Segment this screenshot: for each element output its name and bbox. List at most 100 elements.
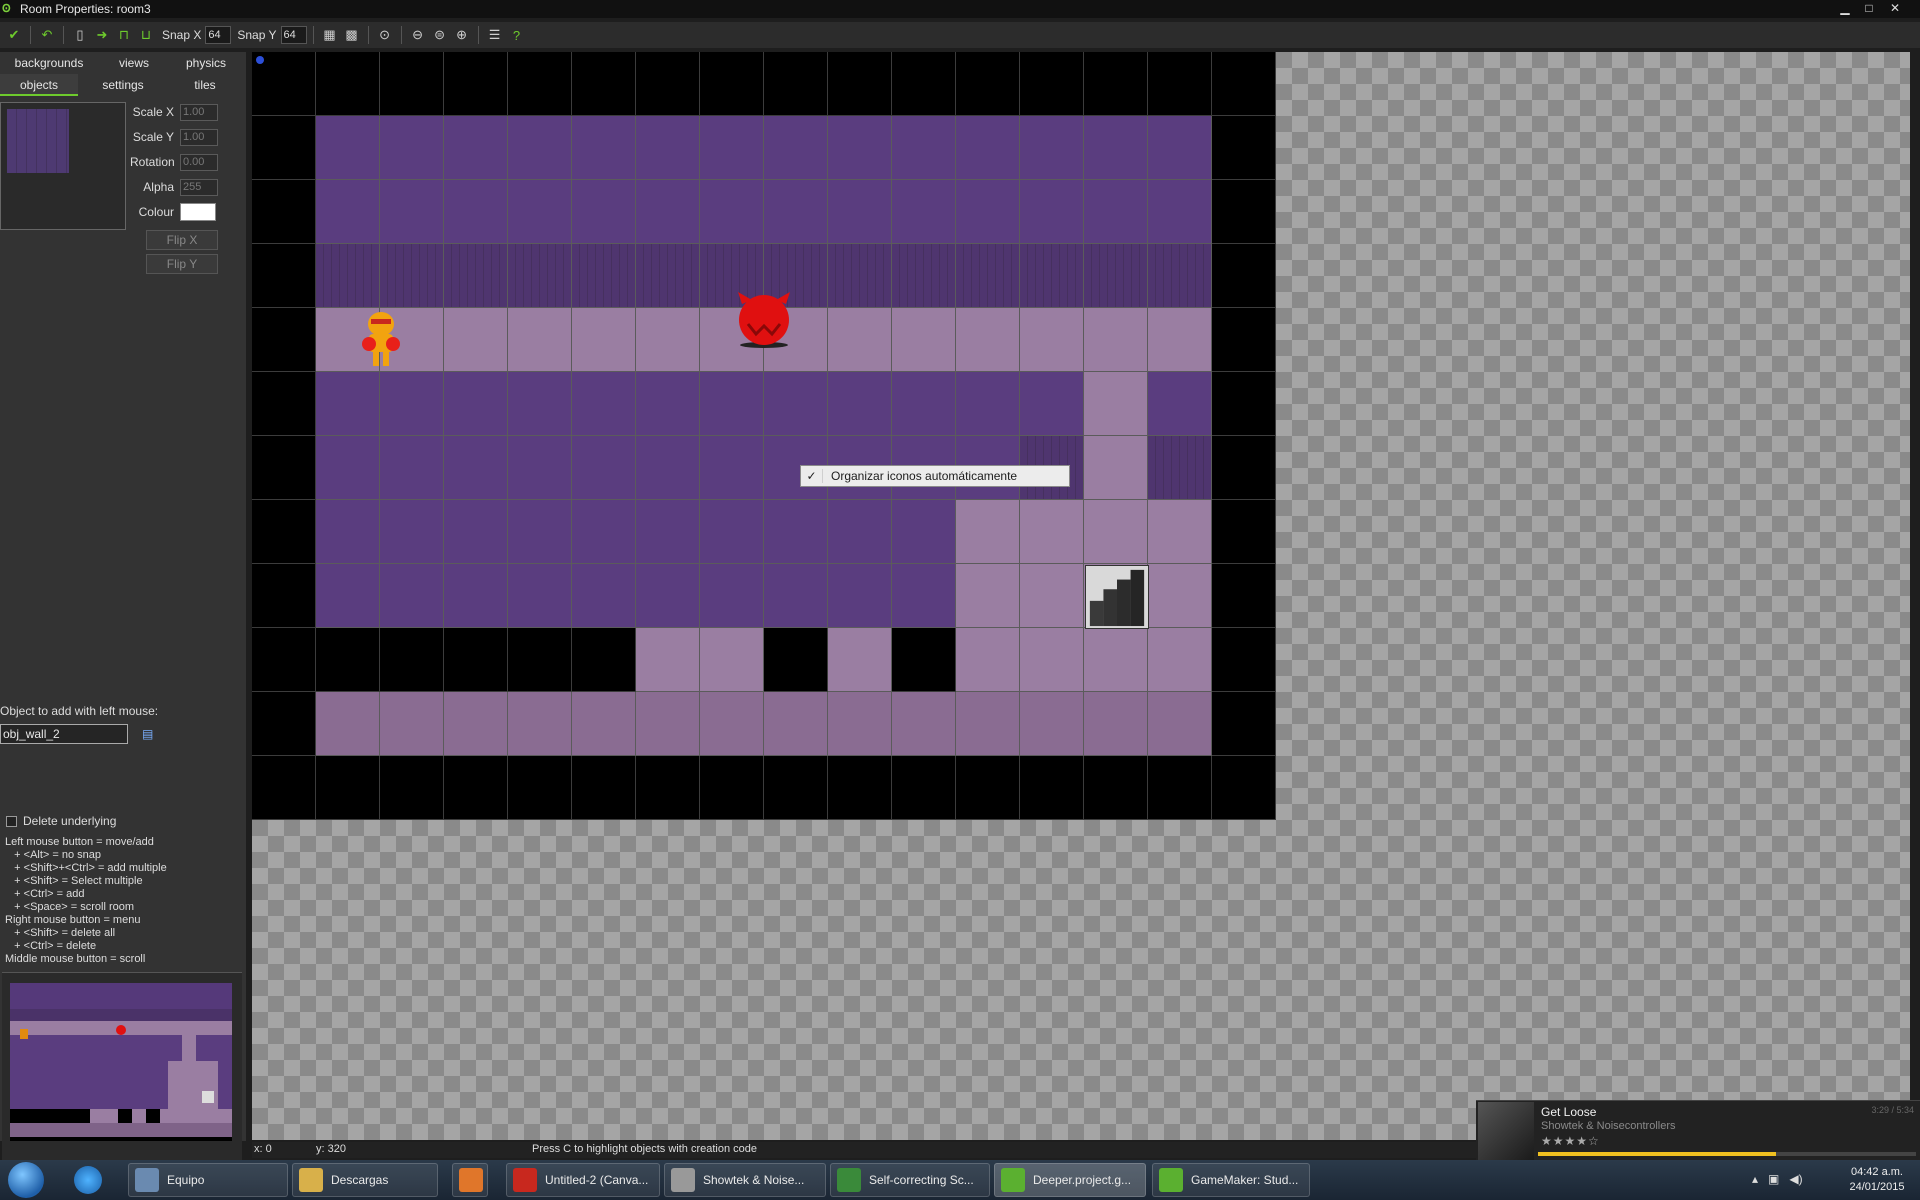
wall-tile-textured[interactable]	[636, 244, 700, 308]
wall-tile-textured[interactable]	[1148, 244, 1212, 308]
floor-tile[interactable]	[572, 308, 636, 372]
wall-tile-black[interactable]	[700, 52, 764, 116]
wall-tile-purple[interactable]	[572, 372, 636, 436]
wall-tile-purple[interactable]	[1148, 372, 1212, 436]
wall-tile-purple[interactable]	[508, 372, 572, 436]
volume-icon[interactable]: ◀)	[1789, 1172, 1802, 1186]
wall-tile-purple[interactable]	[444, 500, 508, 564]
colour-swatch[interactable]	[180, 203, 216, 221]
wall-tile-black[interactable]	[892, 756, 956, 820]
wall-tile-black[interactable]	[828, 756, 892, 820]
wall-tile-purple[interactable]	[636, 180, 700, 244]
ledge-tile[interactable]	[380, 692, 444, 756]
wall-tile-black[interactable]	[380, 52, 444, 116]
network-icon[interactable]: ▣	[1768, 1172, 1779, 1186]
wall-tile-purple[interactable]	[444, 372, 508, 436]
floor-tile[interactable]	[1084, 308, 1148, 372]
floor-tile[interactable]	[956, 628, 1020, 692]
scale-x-input[interactable]: 1.00	[180, 103, 218, 121]
wall-tile-purple[interactable]	[1020, 180, 1084, 244]
wall-tile-black[interactable]	[572, 628, 636, 692]
snap-x-input[interactable]: 64	[205, 26, 232, 44]
context-menu-item[interactable]: Organizar iconos automáticamente	[831, 469, 1017, 483]
wall-tile-black[interactable]	[1212, 756, 1276, 820]
track-progress[interactable]	[1538, 1152, 1916, 1156]
minimize-button[interactable]: ▁	[1834, 0, 1856, 18]
wall-tile-purple[interactable]	[1020, 116, 1084, 180]
wall-tile-purple[interactable]	[316, 564, 380, 628]
shift-instances-icon[interactable]: ➜	[92, 25, 112, 45]
ledge-tile[interactable]	[1148, 692, 1212, 756]
clear-room-icon[interactable]: ▯	[70, 25, 90, 45]
floor-tile[interactable]	[1020, 628, 1084, 692]
room-minimap[interactable]	[2, 972, 242, 1192]
music-notification[interactable]: Get Loose Showtek & Noisecontrollers 3:2…	[1476, 1100, 1920, 1160]
wall-tile-purple[interactable]	[572, 116, 636, 180]
wall-tile-black[interactable]	[316, 756, 380, 820]
floor-tile[interactable]	[956, 308, 1020, 372]
wall-tile-purple[interactable]	[572, 564, 636, 628]
wall-tile-textured[interactable]	[956, 244, 1020, 308]
wall-tile-purple[interactable]	[828, 116, 892, 180]
floor-tile[interactable]	[1148, 564, 1212, 628]
isometric-grid-icon[interactable]: ▩	[342, 25, 362, 45]
wall-tile-black[interactable]	[380, 628, 444, 692]
wall-tile-purple[interactable]	[764, 372, 828, 436]
wall-tile-black[interactable]	[316, 52, 380, 116]
wall-tile-textured[interactable]	[508, 244, 572, 308]
snap-y-input[interactable]: 64	[280, 26, 307, 44]
wall-tile-purple[interactable]	[508, 564, 572, 628]
wall-tile-purple[interactable]	[764, 564, 828, 628]
wall-tile-purple[interactable]	[1148, 180, 1212, 244]
wall-tile-purple[interactable]	[828, 180, 892, 244]
enemy-sprite[interactable]	[736, 290, 792, 348]
wall-tile-purple[interactable]	[828, 372, 892, 436]
floor-tile[interactable]	[1148, 628, 1212, 692]
delete-underlying-checkbox[interactable]	[6, 815, 17, 827]
wall-tile-purple[interactable]	[572, 180, 636, 244]
floor-tile[interactable]	[1020, 564, 1084, 628]
undo-icon[interactable]: ↶	[37, 25, 57, 45]
maximize-button[interactable]: □	[1858, 0, 1880, 18]
unlock-icon[interactable]: ⊔	[136, 25, 156, 45]
wall-tile-black[interactable]	[252, 628, 316, 692]
wall-tile-black[interactable]	[700, 756, 764, 820]
ledge-tile[interactable]	[636, 692, 700, 756]
wall-tile-black[interactable]	[764, 628, 828, 692]
tab-settings[interactable]: settings	[84, 74, 162, 96]
wall-tile-purple[interactable]	[892, 564, 956, 628]
alpha-input[interactable]: 255	[180, 178, 218, 196]
wall-tile-purple[interactable]	[380, 436, 444, 500]
wall-tile-textured[interactable]	[1020, 244, 1084, 308]
wall-tile-purple[interactable]	[956, 180, 1020, 244]
wall-tile-textured[interactable]	[380, 244, 444, 308]
wall-tile-black[interactable]	[1020, 52, 1084, 116]
wall-tile-purple[interactable]	[700, 180, 764, 244]
wall-tile-black[interactable]	[252, 692, 316, 756]
zoom-reset-icon[interactable]: ⊜	[430, 25, 450, 45]
tray-expand-icon[interactable]: ▴	[1752, 1172, 1758, 1186]
wall-tile-black[interactable]	[636, 52, 700, 116]
ledge-tile[interactable]	[892, 692, 956, 756]
lock-icon[interactable]: ⊓	[114, 25, 134, 45]
wall-tile-purple[interactable]	[572, 500, 636, 564]
rotation-input[interactable]: 0.00	[180, 153, 218, 171]
wall-tile-black[interactable]	[444, 756, 508, 820]
wall-tile-purple[interactable]	[700, 116, 764, 180]
wall-tile-black[interactable]	[1148, 756, 1212, 820]
track-rating[interactable]: ★★★★☆	[1541, 1134, 1600, 1148]
wall-tile-black[interactable]	[892, 52, 956, 116]
wall-tile-black[interactable]	[956, 756, 1020, 820]
ledge-tile[interactable]	[572, 692, 636, 756]
wall-tile-black[interactable]	[508, 52, 572, 116]
wall-tile-textured[interactable]	[1084, 244, 1148, 308]
wall-tile-black[interactable]	[252, 756, 316, 820]
floor-tile[interactable]	[892, 308, 956, 372]
floor-tile[interactable]	[1148, 500, 1212, 564]
ok-check-icon[interactable]: ✔	[4, 25, 24, 45]
wall-tile-black[interactable]	[252, 116, 316, 180]
taskbar-button[interactable]	[452, 1163, 488, 1197]
wall-tile-purple[interactable]	[636, 116, 700, 180]
wall-tile-purple[interactable]	[956, 116, 1020, 180]
wall-tile-purple[interactable]	[700, 564, 764, 628]
